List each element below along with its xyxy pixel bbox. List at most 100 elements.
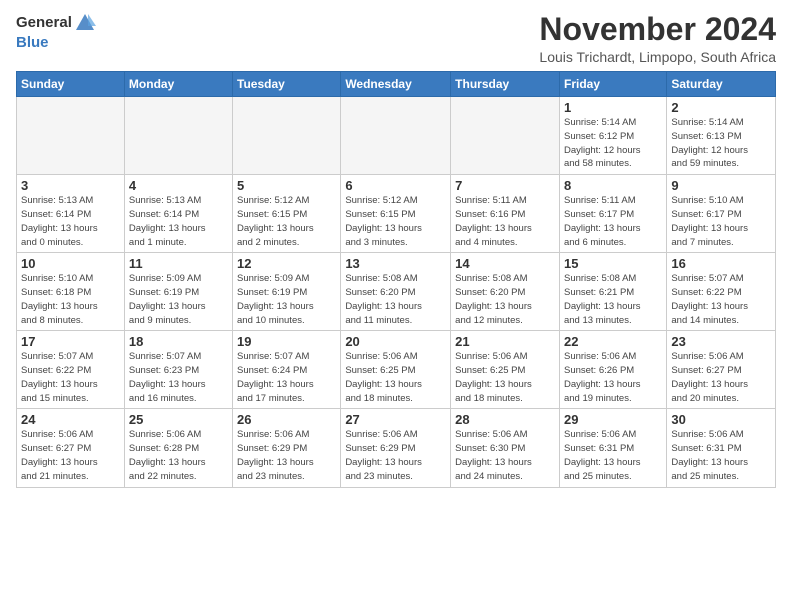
day-info: Sunrise: 5:08 AM Sunset: 6:21 PM Dayligh…	[564, 272, 662, 327]
day-number: 3	[21, 178, 120, 193]
table-row: 18Sunrise: 5:07 AM Sunset: 6:23 PM Dayli…	[124, 331, 232, 409]
day-info: Sunrise: 5:13 AM Sunset: 6:14 PM Dayligh…	[21, 194, 120, 249]
day-number: 22	[564, 334, 662, 349]
day-info: Sunrise: 5:09 AM Sunset: 6:19 PM Dayligh…	[237, 272, 336, 327]
day-number: 8	[564, 178, 662, 193]
day-number: 12	[237, 256, 336, 271]
day-info: Sunrise: 5:10 AM Sunset: 6:17 PM Dayligh…	[671, 194, 771, 249]
calendar-week-row: 10Sunrise: 5:10 AM Sunset: 6:18 PM Dayli…	[17, 253, 776, 331]
day-number: 24	[21, 412, 120, 427]
table-row: 1Sunrise: 5:14 AM Sunset: 6:12 PM Daylig…	[559, 97, 666, 175]
day-number: 9	[671, 178, 771, 193]
day-info: Sunrise: 5:06 AM Sunset: 6:28 PM Dayligh…	[129, 428, 228, 483]
table-row: 13Sunrise: 5:08 AM Sunset: 6:20 PM Dayli…	[341, 253, 451, 331]
table-row	[233, 97, 341, 175]
weekday-friday: Friday	[559, 72, 666, 97]
table-row: 30Sunrise: 5:06 AM Sunset: 6:31 PM Dayli…	[667, 409, 776, 487]
logo-general: General	[16, 15, 72, 32]
table-row: 2Sunrise: 5:14 AM Sunset: 6:13 PM Daylig…	[667, 97, 776, 175]
day-info: Sunrise: 5:06 AM Sunset: 6:27 PM Dayligh…	[21, 428, 120, 483]
page-container: General Blue November 2024 Louis Trichar…	[0, 0, 792, 496]
table-row: 4Sunrise: 5:13 AM Sunset: 6:14 PM Daylig…	[124, 175, 232, 253]
logo-blue: Blue	[16, 34, 49, 51]
calendar-week-row: 3Sunrise: 5:13 AM Sunset: 6:14 PM Daylig…	[17, 175, 776, 253]
day-info: Sunrise: 5:06 AM Sunset: 6:31 PM Dayligh…	[671, 428, 771, 483]
table-row	[341, 97, 451, 175]
day-number: 30	[671, 412, 771, 427]
subtitle: Louis Trichardt, Limpopo, South Africa	[539, 49, 776, 65]
table-row: 27Sunrise: 5:06 AM Sunset: 6:29 PM Dayli…	[341, 409, 451, 487]
day-number: 14	[455, 256, 555, 271]
day-info: Sunrise: 5:06 AM Sunset: 6:31 PM Dayligh…	[564, 428, 662, 483]
calendar-table: Sunday Monday Tuesday Wednesday Thursday…	[16, 71, 776, 487]
day-info: Sunrise: 5:08 AM Sunset: 6:20 PM Dayligh…	[455, 272, 555, 327]
logo: General Blue	[16, 12, 96, 52]
calendar-week-row: 1Sunrise: 5:14 AM Sunset: 6:12 PM Daylig…	[17, 97, 776, 175]
month-title: November 2024	[539, 12, 776, 47]
table-row: 26Sunrise: 5:06 AM Sunset: 6:29 PM Dayli…	[233, 409, 341, 487]
table-row: 14Sunrise: 5:08 AM Sunset: 6:20 PM Dayli…	[451, 253, 560, 331]
day-number: 17	[21, 334, 120, 349]
day-info: Sunrise: 5:11 AM Sunset: 6:17 PM Dayligh…	[564, 194, 662, 249]
table-row: 10Sunrise: 5:10 AM Sunset: 6:18 PM Dayli…	[17, 253, 125, 331]
table-row: 29Sunrise: 5:06 AM Sunset: 6:31 PM Dayli…	[559, 409, 666, 487]
day-number: 10	[21, 256, 120, 271]
day-info: Sunrise: 5:06 AM Sunset: 6:25 PM Dayligh…	[455, 350, 555, 405]
day-info: Sunrise: 5:08 AM Sunset: 6:20 PM Dayligh…	[345, 272, 446, 327]
day-info: Sunrise: 5:06 AM Sunset: 6:25 PM Dayligh…	[345, 350, 446, 405]
day-number: 20	[345, 334, 446, 349]
table-row	[17, 97, 125, 175]
day-info: Sunrise: 5:14 AM Sunset: 6:12 PM Dayligh…	[564, 116, 662, 171]
day-number: 5	[237, 178, 336, 193]
day-number: 6	[345, 178, 446, 193]
table-row: 8Sunrise: 5:11 AM Sunset: 6:17 PM Daylig…	[559, 175, 666, 253]
day-number: 2	[671, 100, 771, 115]
day-number: 18	[129, 334, 228, 349]
table-row: 16Sunrise: 5:07 AM Sunset: 6:22 PM Dayli…	[667, 253, 776, 331]
header: General Blue November 2024 Louis Trichar…	[16, 12, 776, 65]
day-info: Sunrise: 5:13 AM Sunset: 6:14 PM Dayligh…	[129, 194, 228, 249]
weekday-tuesday: Tuesday	[233, 72, 341, 97]
weekday-saturday: Saturday	[667, 72, 776, 97]
table-row: 5Sunrise: 5:12 AM Sunset: 6:15 PM Daylig…	[233, 175, 341, 253]
table-row: 17Sunrise: 5:07 AM Sunset: 6:22 PM Dayli…	[17, 331, 125, 409]
table-row: 23Sunrise: 5:06 AM Sunset: 6:27 PM Dayli…	[667, 331, 776, 409]
day-number: 1	[564, 100, 662, 115]
day-info: Sunrise: 5:06 AM Sunset: 6:29 PM Dayligh…	[237, 428, 336, 483]
weekday-header-row: Sunday Monday Tuesday Wednesday Thursday…	[17, 72, 776, 97]
table-row: 11Sunrise: 5:09 AM Sunset: 6:19 PM Dayli…	[124, 253, 232, 331]
table-row: 20Sunrise: 5:06 AM Sunset: 6:25 PM Dayli…	[341, 331, 451, 409]
day-info: Sunrise: 5:07 AM Sunset: 6:23 PM Dayligh…	[129, 350, 228, 405]
table-row: 9Sunrise: 5:10 AM Sunset: 6:17 PM Daylig…	[667, 175, 776, 253]
day-info: Sunrise: 5:07 AM Sunset: 6:22 PM Dayligh…	[671, 272, 771, 327]
table-row: 6Sunrise: 5:12 AM Sunset: 6:15 PM Daylig…	[341, 175, 451, 253]
day-number: 27	[345, 412, 446, 427]
table-row: 3Sunrise: 5:13 AM Sunset: 6:14 PM Daylig…	[17, 175, 125, 253]
weekday-wednesday: Wednesday	[341, 72, 451, 97]
day-info: Sunrise: 5:07 AM Sunset: 6:24 PM Dayligh…	[237, 350, 336, 405]
day-number: 19	[237, 334, 336, 349]
title-block: November 2024 Louis Trichardt, Limpopo, …	[539, 12, 776, 65]
table-row: 25Sunrise: 5:06 AM Sunset: 6:28 PM Dayli…	[124, 409, 232, 487]
table-row	[124, 97, 232, 175]
table-row	[451, 97, 560, 175]
table-row: 21Sunrise: 5:06 AM Sunset: 6:25 PM Dayli…	[451, 331, 560, 409]
day-info: Sunrise: 5:06 AM Sunset: 6:26 PM Dayligh…	[564, 350, 662, 405]
day-number: 23	[671, 334, 771, 349]
calendar-week-row: 24Sunrise: 5:06 AM Sunset: 6:27 PM Dayli…	[17, 409, 776, 487]
table-row: 24Sunrise: 5:06 AM Sunset: 6:27 PM Dayli…	[17, 409, 125, 487]
table-row: 7Sunrise: 5:11 AM Sunset: 6:16 PM Daylig…	[451, 175, 560, 253]
day-info: Sunrise: 5:11 AM Sunset: 6:16 PM Dayligh…	[455, 194, 555, 249]
day-info: Sunrise: 5:07 AM Sunset: 6:22 PM Dayligh…	[21, 350, 120, 405]
day-number: 4	[129, 178, 228, 193]
table-row: 12Sunrise: 5:09 AM Sunset: 6:19 PM Dayli…	[233, 253, 341, 331]
day-info: Sunrise: 5:10 AM Sunset: 6:18 PM Dayligh…	[21, 272, 120, 327]
day-info: Sunrise: 5:14 AM Sunset: 6:13 PM Dayligh…	[671, 116, 771, 171]
day-info: Sunrise: 5:06 AM Sunset: 6:30 PM Dayligh…	[455, 428, 555, 483]
day-info: Sunrise: 5:12 AM Sunset: 6:15 PM Dayligh…	[237, 194, 336, 249]
day-number: 7	[455, 178, 555, 193]
table-row: 19Sunrise: 5:07 AM Sunset: 6:24 PM Dayli…	[233, 331, 341, 409]
day-number: 21	[455, 334, 555, 349]
day-number: 25	[129, 412, 228, 427]
weekday-thursday: Thursday	[451, 72, 560, 97]
